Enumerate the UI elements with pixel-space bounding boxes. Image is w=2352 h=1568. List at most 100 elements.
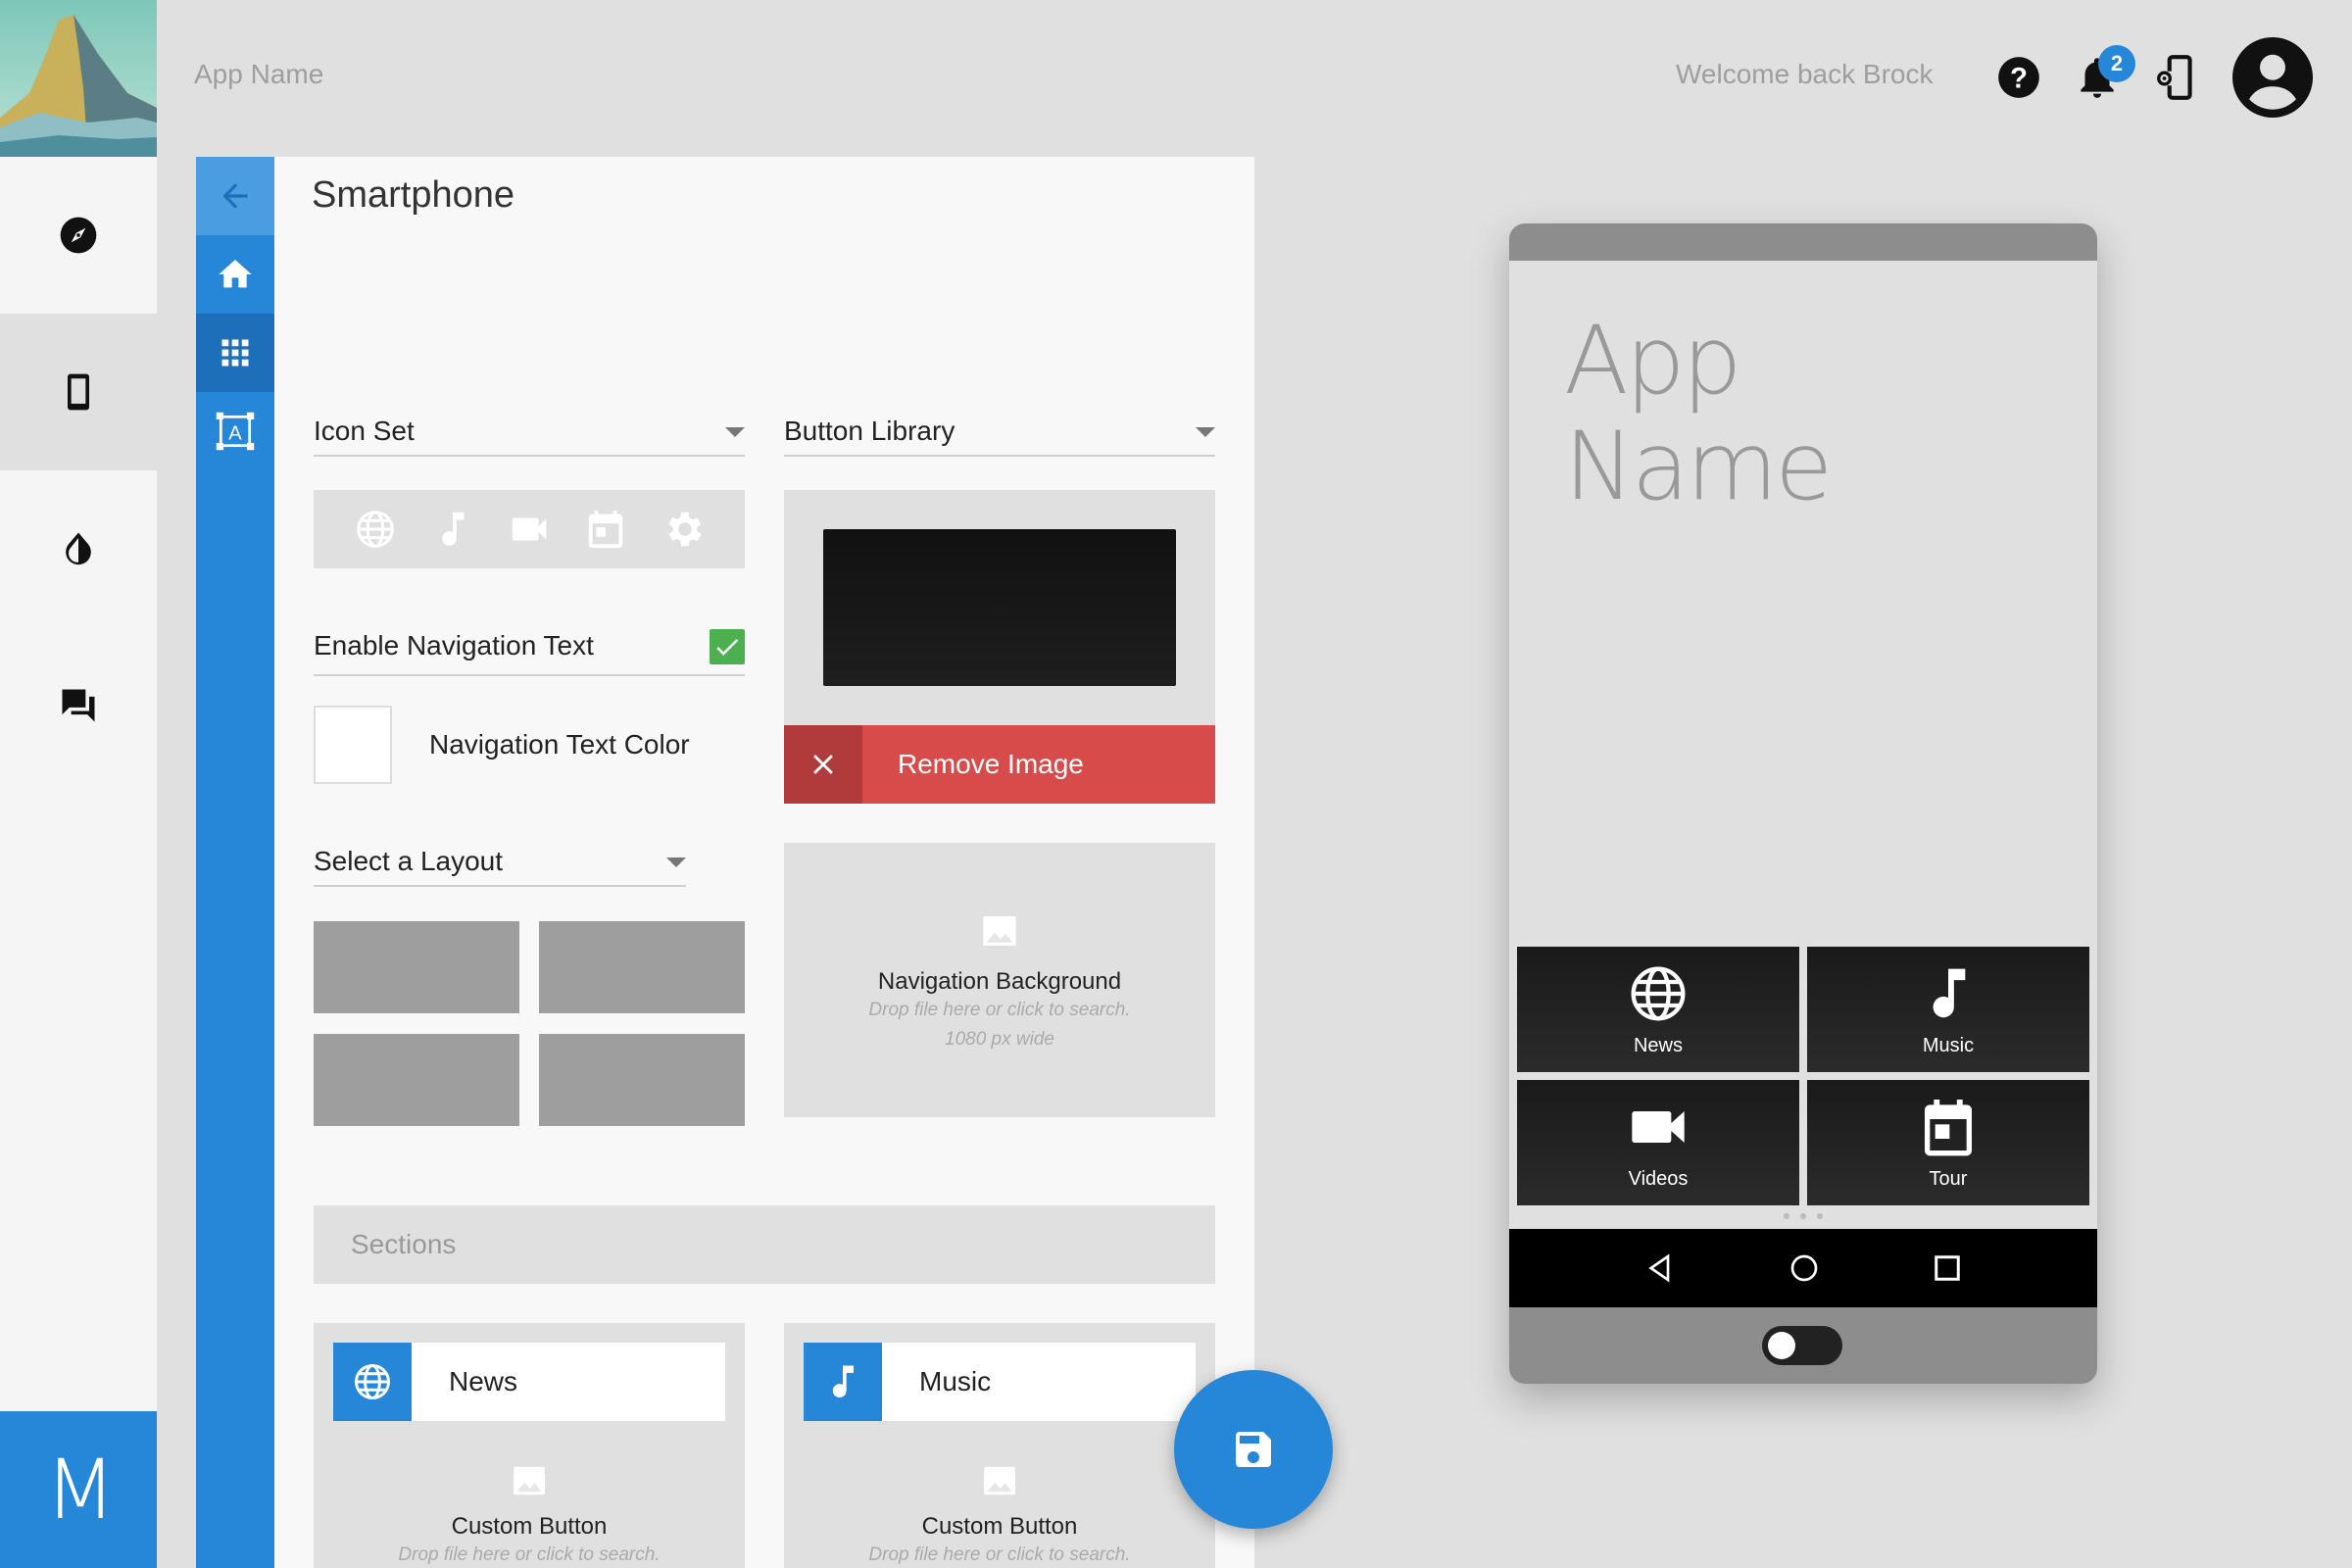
- navigation-text-checkbox[interactable]: [710, 629, 745, 664]
- rail-item-smartphone[interactable]: [0, 314, 157, 470]
- phone-preview: App Name News Music Videos Tour: [1509, 223, 2097, 1384]
- back-button[interactable]: [196, 157, 274, 235]
- layout-option[interactable]: [539, 1034, 745, 1126]
- phone-tile-news[interactable]: News: [1517, 947, 1799, 1072]
- phone-preview-toggle[interactable]: [1762, 1326, 1842, 1365]
- app-logo-image: [0, 0, 157, 157]
- rail-item-discover[interactable]: [0, 157, 157, 314]
- image-placeholder-icon: [984, 1466, 1015, 1495]
- image-placeholder-icon: [983, 916, 1016, 946]
- globe-icon[interactable]: [353, 507, 398, 552]
- save-button[interactable]: [1174, 1370, 1333, 1529]
- sections-label: Sections: [351, 1229, 457, 1259]
- compass-icon: [60, 217, 97, 254]
- back-triangle-icon[interactable]: [1644, 1252, 1676, 1284]
- button-image-preview: [823, 529, 1176, 686]
- phone-tile-label: Music: [1922, 1034, 1975, 1056]
- section-nav: A: [196, 157, 274, 1568]
- phone-tile-videos[interactable]: Videos: [1517, 1080, 1799, 1205]
- layout-option[interactable]: [539, 921, 745, 1013]
- image-placeholder-icon: [514, 1466, 545, 1495]
- calendar-icon[interactable]: [583, 507, 628, 552]
- button-library-select[interactable]: Button Library: [784, 408, 1215, 457]
- help-icon: ?: [1998, 57, 2039, 98]
- account-circle-icon: [2232, 37, 2313, 118]
- navigation-background-size: 1080 px wide: [945, 1029, 1054, 1050]
- device-settings-button[interactable]: [2151, 53, 2200, 102]
- check-icon: [716, 639, 739, 656]
- svg-text:A: A: [228, 422, 242, 444]
- phone-app-title-line2: Name: [1564, 412, 1833, 521]
- layout-option[interactable]: [314, 921, 519, 1013]
- phone-app-title-line1: App: [1564, 306, 1742, 416]
- forum-icon: [62, 689, 95, 722]
- section-card-news: News Custom Button Drop file here or cli…: [314, 1323, 745, 1568]
- navigation-text-color-swatch[interactable]: [314, 706, 392, 784]
- apps-grid-icon: [221, 339, 249, 367]
- recents-square-icon[interactable]: [1933, 1253, 1962, 1283]
- save-icon: [1236, 1432, 1271, 1467]
- custom-button-dropzone[interactable]: Custom Button Drop file here or click to…: [784, 1462, 1215, 1568]
- subnav-text[interactable]: A: [196, 392, 274, 470]
- layout-option[interactable]: [314, 1034, 519, 1126]
- layout-select[interactable]: Select a Layout: [314, 838, 686, 887]
- phone-tile-label: Tour: [1929, 1167, 1968, 1190]
- icon-set-select[interactable]: Icon Set: [314, 408, 745, 457]
- chevron-down-icon: [725, 427, 745, 437]
- notification-badge: 2: [2098, 45, 2135, 82]
- icon-set-label: Icon Set: [314, 416, 415, 446]
- subnav-apps[interactable]: [196, 314, 274, 392]
- calendar-icon: [1925, 1099, 1972, 1155]
- rail-item-colors[interactable]: [0, 470, 157, 627]
- phone-nav-bar: [1509, 1229, 2097, 1307]
- main-rail: [0, 157, 157, 1411]
- remove-image-button[interactable]: Remove Image: [784, 725, 1215, 804]
- music-note-icon: [1933, 968, 1966, 1017]
- navigation-text-color-label: Navigation Text Color: [429, 729, 690, 760]
- section-icon-box: [804, 1343, 882, 1421]
- navigation-text-toggle-row: Enable Navigation Text: [314, 617, 745, 676]
- custom-button-hint: Drop file here or click to search.: [868, 1544, 1131, 1565]
- globe-icon: [1631, 966, 1686, 1020]
- videocam-icon[interactable]: [507, 507, 552, 552]
- section-name: News: [449, 1366, 518, 1396]
- sections-header: Sections: [314, 1205, 1215, 1284]
- section-header-news[interactable]: News: [333, 1343, 725, 1421]
- phone-tile-music[interactable]: Music: [1807, 947, 2089, 1072]
- music-note-icon[interactable]: [430, 507, 475, 552]
- phone-app-title: App Name: [1564, 308, 1956, 519]
- section-icon-box: [333, 1343, 412, 1421]
- navigation-text-label: Enable Navigation Text: [314, 630, 594, 661]
- help-button[interactable]: ?: [1994, 53, 2043, 102]
- close-icon-box: [784, 725, 862, 804]
- home-icon: [219, 260, 252, 288]
- phone-tile-tour[interactable]: Tour: [1807, 1080, 2089, 1205]
- globe-icon: [355, 1364, 390, 1399]
- music-note-icon: [832, 1365, 854, 1398]
- phone-tile-label: News: [1633, 1034, 1683, 1056]
- invert-colors-icon: [66, 532, 91, 565]
- user-avatar[interactable]: [2232, 37, 2313, 118]
- custom-button-dropzone[interactable]: Custom Button Drop file here or click to…: [314, 1462, 745, 1568]
- videocam-icon: [1632, 1110, 1685, 1143]
- custom-button-hint: Drop file here or click to search.: [398, 1544, 661, 1565]
- app-name: App Name: [194, 59, 324, 89]
- close-icon: [813, 755, 833, 774]
- chevron-down-icon: [1196, 427, 1215, 437]
- section-header-music[interactable]: Music: [804, 1343, 1196, 1421]
- button-library-label: Button Library: [784, 416, 956, 446]
- navigation-background-dropzone[interactable]: Navigation Background Drop file here or …: [784, 843, 1215, 1117]
- gear-icon[interactable]: [661, 507, 706, 552]
- section-card-music: Music Custom Button Drop file here or cl…: [784, 1323, 1215, 1568]
- icon-set-preview: [314, 490, 745, 568]
- custom-button-title: Custom Button: [921, 1513, 1078, 1540]
- chevron-down-icon: [666, 858, 686, 867]
- device-settings-icon: [2155, 55, 2192, 100]
- phone-tile-label: Videos: [1628, 1167, 1689, 1190]
- rail-item-messages[interactable]: [0, 627, 157, 784]
- subnav-home[interactable]: [196, 235, 274, 314]
- text-format-icon: A: [216, 412, 255, 451]
- brand-letter: M: [44, 1442, 117, 1538]
- home-circle-icon[interactable]: [1788, 1252, 1820, 1284]
- back-arrow-icon: [222, 183, 248, 209]
